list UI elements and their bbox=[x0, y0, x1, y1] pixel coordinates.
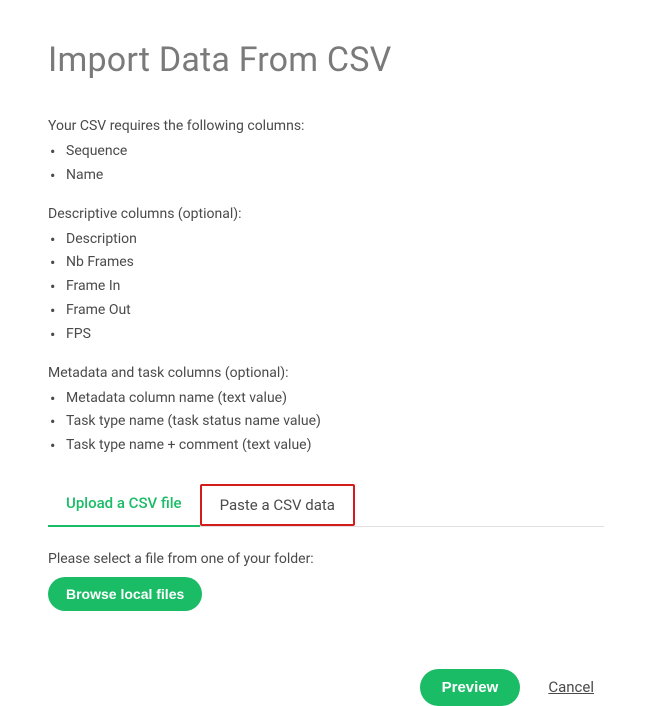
metadata-columns-list: Metadata column name (text value) Task t… bbox=[50, 387, 604, 458]
list-item: Task type name (task status name value) bbox=[50, 410, 604, 434]
cancel-link[interactable]: Cancel bbox=[548, 678, 594, 696]
list-item: Description bbox=[50, 228, 604, 252]
list-item: Nb Frames bbox=[50, 251, 604, 275]
list-item: Task type name + comment (text value) bbox=[50, 434, 604, 458]
list-item: FPS bbox=[50, 323, 604, 347]
list-item: Name bbox=[50, 164, 604, 188]
list-item: Frame In bbox=[50, 275, 604, 299]
descriptive-columns-heading: Descriptive columns (optional): bbox=[48, 206, 604, 222]
required-columns-list: Sequence Name bbox=[50, 140, 604, 188]
list-item: Frame Out bbox=[50, 299, 604, 323]
page-title: Import Data From CSV bbox=[48, 40, 604, 80]
tabs: Upload a CSV file Paste a CSV data bbox=[48, 484, 604, 527]
metadata-columns-heading: Metadata and task columns (optional): bbox=[48, 365, 604, 381]
tab-upload-csv[interactable]: Upload a CSV file bbox=[48, 484, 200, 527]
browse-local-files-button[interactable]: Browse local files bbox=[48, 577, 202, 611]
footer-actions: Preview Cancel bbox=[48, 669, 604, 706]
required-columns-intro: Your CSV requires the following columns: bbox=[48, 118, 604, 134]
file-select-prompt: Please select a file from one of your fo… bbox=[48, 551, 604, 567]
tab-paste-csv[interactable]: Paste a CSV data bbox=[200, 484, 355, 526]
list-item: Metadata column name (text value) bbox=[50, 387, 604, 411]
list-item: Sequence bbox=[50, 140, 604, 164]
preview-button[interactable]: Preview bbox=[420, 669, 521, 706]
descriptive-columns-list: Description Nb Frames Frame In Frame Out… bbox=[50, 228, 604, 347]
